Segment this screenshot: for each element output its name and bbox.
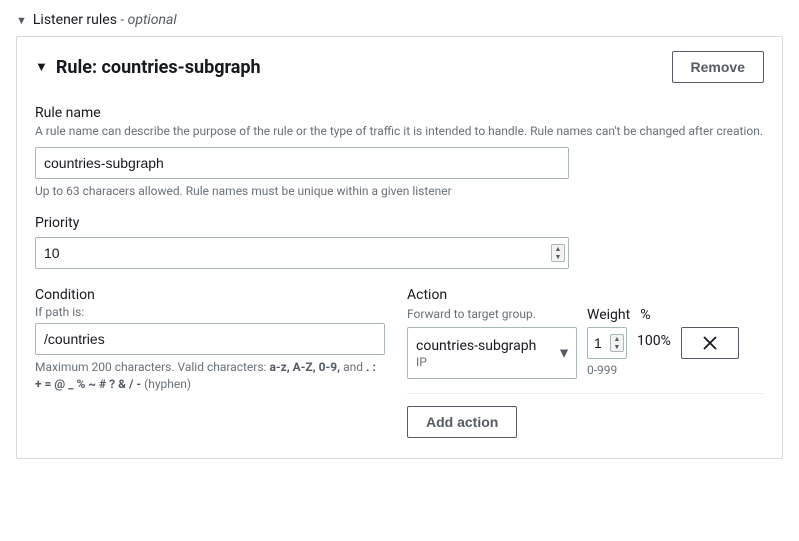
rule-name-label: Rule name	[35, 105, 764, 121]
stepper-up-icon[interactable]: ▲	[611, 335, 623, 343]
percent-value: 100%	[637, 327, 671, 349]
priority-label: Priority	[35, 215, 764, 231]
rule-name-hint: Up to 63 characers allowed. Rule names m…	[35, 183, 764, 199]
rule-panel-header: ▼ Rule: countries-subgraph Remove	[17, 37, 782, 89]
rule-name-description: A rule name can describe the purpose of …	[35, 123, 764, 139]
target-group-select-box[interactable]: countries-subgraph IP	[407, 327, 577, 379]
action-label: Action	[407, 287, 764, 303]
action-sublabel: Forward to target group.	[407, 307, 577, 321]
add-action-button[interactable]: Add action	[407, 406, 517, 438]
rule-title-prefix: Rule:	[56, 57, 102, 78]
target-group-type: IP	[416, 355, 427, 369]
weight-stepper[interactable]: ▲ ▼	[610, 334, 624, 352]
rule-name-input[interactable]	[35, 147, 569, 179]
stepper-down-icon[interactable]: ▼	[552, 253, 564, 261]
listener-rules-section-toggle[interactable]: ▼ Listener rules - optional	[16, 12, 783, 28]
rule-name-field: Rule name A rule name can describe the p…	[35, 105, 764, 199]
chevron-down-icon: ▼	[16, 14, 27, 27]
target-group-select[interactable]: countries-subgraph IP ▼	[407, 327, 577, 379]
section-optional-suffix: - optional	[117, 12, 177, 28]
target-group-value: countries-subgraph	[416, 338, 536, 355]
condition-path-input[interactable]	[35, 323, 385, 355]
priority-field: Priority ▲ ▼	[35, 215, 764, 269]
rule-title: Rule: countries-subgraph	[56, 57, 261, 78]
chevron-down-icon: ▼	[35, 59, 48, 75]
section-title: Listener rules - optional	[33, 12, 177, 28]
condition-hint: Maximum 200 characters. Valid characters…	[35, 359, 385, 391]
action-column: Action Forward to target group. Weight %	[407, 287, 764, 438]
condition-sublabel: If path is:	[35, 305, 385, 319]
remove-button[interactable]: Remove	[672, 51, 764, 83]
priority-input[interactable]	[35, 237, 569, 269]
priority-stepper[interactable]: ▲ ▼	[551, 244, 565, 262]
condition-column: Condition If path is: Maximum 200 charac…	[35, 287, 385, 391]
weight-label: Weight	[587, 307, 630, 323]
stepper-down-icon[interactable]: ▼	[611, 343, 623, 351]
rule-title-toggle[interactable]: ▼ Rule: countries-subgraph	[35, 57, 261, 78]
rule-panel: ▼ Rule: countries-subgraph Remove Rule n…	[16, 36, 783, 459]
divider	[407, 393, 764, 394]
stepper-up-icon[interactable]: ▲	[552, 245, 564, 253]
condition-label: Condition	[35, 287, 385, 303]
weight-hint: 0-999	[587, 363, 627, 377]
remove-action-button[interactable]	[681, 327, 739, 359]
percent-label: %	[640, 307, 680, 323]
rule-title-name: countries-subgraph	[102, 57, 261, 78]
close-icon	[703, 336, 717, 350]
section-title-text: Listener rules	[33, 12, 117, 28]
rule-panel-body: Rule name A rule name can describe the p…	[17, 89, 782, 458]
